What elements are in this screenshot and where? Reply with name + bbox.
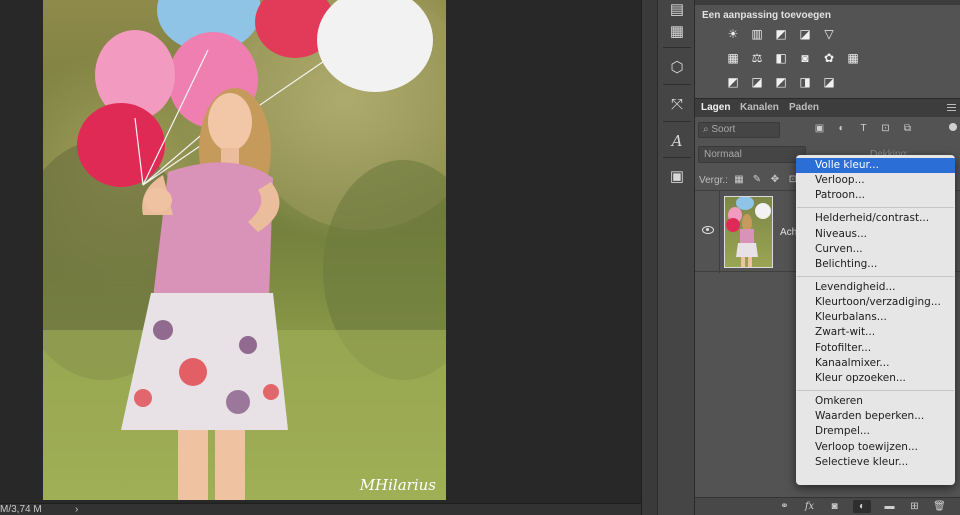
- status-menu-arrow[interactable]: ›: [75, 504, 78, 515]
- document-photo[interactable]: MHilarius: [43, 0, 446, 500]
- panel-menu-icon[interactable]: [947, 104, 956, 111]
- adjustment-filter-icon[interactable]: ◐: [835, 122, 848, 136]
- menu-item[interactable]: Kanaalmixer...: [796, 356, 955, 371]
- tab-layers[interactable]: Lagen: [695, 99, 736, 118]
- lock-position-icon[interactable]: ✥: [769, 173, 781, 187]
- gradient-map-icon[interactable]: ◨: [797, 75, 813, 89]
- layers-bottom-bar: ⚭ fx ◙ ◐ ▬ ⊞ 🗑: [695, 497, 960, 515]
- layer-filter-select[interactable]: ⌕ Soort: [698, 122, 780, 138]
- tab-channels[interactable]: Kanalen: [740, 102, 779, 113]
- posterize-icon[interactable]: ◪: [749, 75, 765, 89]
- menu-item[interactable]: Helderheid/contrast...: [796, 211, 955, 226]
- visibility-eye-icon[interactable]: [702, 226, 714, 234]
- menu-item[interactable]: Niveaus...: [796, 227, 955, 242]
- layer-thumbnail: [724, 196, 773, 268]
- status-bar: M/3,74 M ›: [0, 503, 641, 515]
- blend-mode-select[interactable]: Normaal: [698, 146, 806, 163]
- menu-item[interactable]: Belichting...: [796, 257, 955, 272]
- shape-filter-icon[interactable]: ⊡: [879, 122, 892, 136]
- filter-toggle[interactable]: [949, 123, 957, 131]
- layers-tab-bar: Lagen Kanalen Paden: [695, 98, 960, 118]
- menu-item[interactable]: Levendigheid...: [796, 280, 955, 295]
- channel-mixer-icon[interactable]: ✿: [821, 51, 837, 65]
- pixel-filter-icon[interactable]: ▣: [813, 122, 826, 136]
- menu-item[interactable]: Patroon...: [796, 188, 955, 203]
- menu-item[interactable]: Volle kleur...: [796, 158, 955, 174]
- menu-item[interactable]: Zwart-wit...: [796, 325, 955, 340]
- menu-item[interactable]: Kleurbalans...: [796, 310, 955, 325]
- menu-item[interactable]: Verloop toewijzen...: [796, 440, 955, 455]
- layer-name[interactable]: Ach: [780, 227, 797, 238]
- menu-separator: [796, 272, 955, 280]
- menu-item[interactable]: Waarden beperken...: [796, 409, 955, 424]
- curves-icon[interactable]: ◩: [773, 27, 789, 41]
- document-size-readout: M/3,74 M: [0, 504, 42, 515]
- search-icon: ⌕: [703, 124, 709, 135]
- new-adjustment-layer-menu: Volle kleur... Verloop... Patroon... Helder…: [796, 155, 955, 485]
- trash-icon[interactable]: 🗑: [933, 500, 946, 513]
- icon-divider: [663, 121, 691, 122]
- character-icon[interactable]: A: [667, 131, 687, 151]
- icon-divider: [663, 157, 691, 158]
- menu-item[interactable]: Fotofilter...: [796, 341, 955, 356]
- photo-illustration: [43, 0, 446, 500]
- smart-object-filter-icon[interactable]: ⧉: [901, 122, 914, 136]
- color-balance-icon[interactable]: ⚖: [749, 51, 765, 65]
- black-white-icon[interactable]: ◧: [773, 51, 789, 65]
- threshold-icon[interactable]: ◩: [773, 75, 789, 89]
- adjustments-row-3: ◩ ◪ ◩ ◨ ◪: [725, 75, 837, 89]
- lock-label: Vergr.:: [699, 175, 728, 186]
- menu-item[interactable]: Verloop...: [796, 173, 955, 188]
- icon-divider: [663, 47, 691, 48]
- menu-item[interactable]: Kleurtoon/verzadiging...: [796, 295, 955, 310]
- history-icon[interactable]: ▤: [667, 0, 687, 20]
- panel-gutter: [641, 0, 657, 515]
- menu-separator: [796, 386, 955, 394]
- icon-divider: [663, 84, 691, 85]
- lock-transparency-icon[interactable]: ▦: [733, 173, 745, 187]
- menu-item[interactable]: Omkeren: [796, 394, 955, 409]
- thumbnail-illustration: [726, 197, 771, 267]
- 3d-icon[interactable]: ⬡: [667, 58, 687, 78]
- adjustments-row-2: ▦ ⚖ ◧ ◙ ✿ ▦: [725, 51, 861, 65]
- adjustments-row-1: ☀ ▥ ◩ ◪ ▽: [725, 27, 837, 41]
- selective-color-icon[interactable]: ◪: [821, 75, 837, 89]
- menu-separator: [796, 204, 955, 212]
- invert-icon[interactable]: ◩: [725, 75, 741, 89]
- layer-filter-icons: ▣ ◐ T ⊡ ⧉: [813, 122, 914, 136]
- lock-icons: ▦ ✎ ✥ ⊡: [733, 173, 799, 187]
- fx-icon[interactable]: fx: [803, 500, 816, 513]
- lock-pixels-icon[interactable]: ✎: [751, 173, 763, 187]
- exposure-icon[interactable]: ◪: [797, 27, 813, 41]
- menu-item[interactable]: Kleur opzoeken...: [796, 371, 955, 386]
- link-layers-icon[interactable]: ⚭: [778, 500, 791, 513]
- gradient-triangle-icon[interactable]: ▽: [821, 27, 837, 41]
- tab-paths[interactable]: Paden: [789, 102, 819, 113]
- color-lookup-icon[interactable]: ▦: [845, 51, 861, 65]
- menu-item[interactable]: Drempel...: [796, 424, 955, 439]
- menu-item[interactable]: Curven...: [796, 242, 955, 257]
- vibrance-icon[interactable]: ▦: [725, 51, 741, 65]
- menu-item[interactable]: Selectieve kleur...: [796, 455, 955, 470]
- new-group-icon[interactable]: ▬: [883, 500, 896, 513]
- levels-icon[interactable]: ▥: [749, 27, 765, 41]
- type-filter-icon[interactable]: T: [857, 122, 870, 136]
- photo-watermark: MHilarius: [359, 476, 436, 494]
- photo-filter-icon[interactable]: ◙: [797, 51, 813, 65]
- new-layer-icon[interactable]: ⊞: [908, 500, 921, 513]
- new-adjustment-layer-icon[interactable]: ◐: [853, 500, 871, 513]
- adjustments-title: Een aanpassing toevoegen: [702, 10, 831, 21]
- collapsed-panel-icons: ▤ ▦ ⬡ ⤧ A ▣: [657, 0, 695, 515]
- add-mask-icon[interactable]: ◙: [828, 500, 841, 513]
- properties-icon[interactable]: ▣: [667, 167, 687, 187]
- paths-icon[interactable]: ⤧: [667, 95, 687, 115]
- document-canvas[interactable]: MHilarius: [0, 0, 641, 503]
- layers-bottom-icons: ⚭ fx ◙ ◐ ▬ ⊞ 🗑: [778, 500, 946, 513]
- filter-kind-label: Soort: [711, 124, 736, 135]
- brightness-contrast-icon[interactable]: ☀: [725, 27, 741, 41]
- eye-divider: [719, 191, 720, 273]
- notes-icon[interactable]: ▦: [667, 22, 687, 42]
- top-panel-tabs[interactable]: [695, 0, 960, 5]
